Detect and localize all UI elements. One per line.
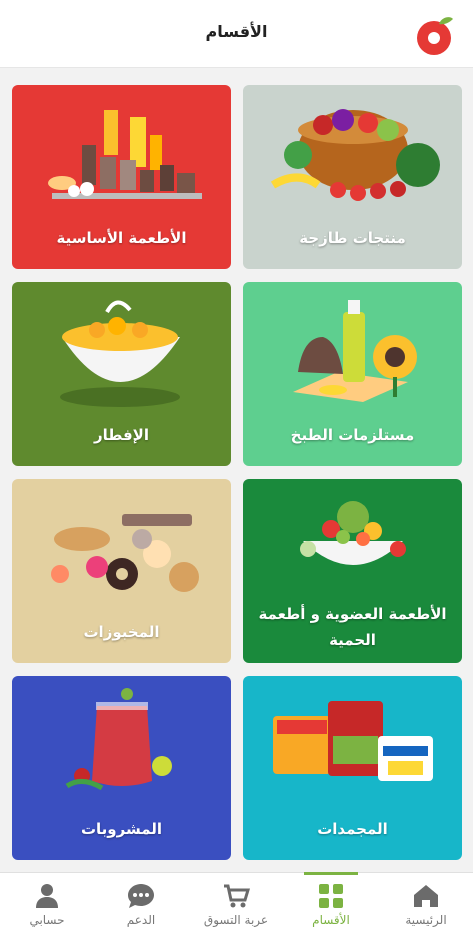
category-label: منتجات طازجة (299, 229, 406, 247)
user-icon (36, 884, 58, 908)
category-card-drinks[interactable]: المشروبات (12, 676, 231, 860)
category-label: المشروبات (80, 820, 163, 838)
grid-icon (319, 884, 343, 908)
app-logo-icon[interactable] (415, 14, 455, 56)
category-card-organic-diet[interactable]: الأطعمة العضوية و أطعمة الحمية (243, 479, 462, 663)
category-label: مستلزمات الطبخ (290, 426, 415, 444)
tab-cart[interactable]: عربة التسوق (189, 873, 283, 934)
tab-label: حسابي (29, 913, 65, 927)
breakfast-image (60, 300, 180, 407)
category-card-staple-foods[interactable]: الأطعمة الأساسية (12, 85, 231, 269)
bottom-tab-bar: الرئيسية الأقسام عربة التسوق الدعم حسابي (0, 872, 473, 934)
home-icon (414, 885, 438, 907)
category-label: المجمدات (317, 820, 388, 838)
chat-icon (128, 884, 154, 908)
category-card-frozen[interactable]: المجمدات (243, 676, 462, 860)
category-label: الأطعمة العضوية و أطعمة الحمية (258, 605, 447, 649)
cooking-supplies-image (293, 300, 417, 402)
tab-label: الأقسام (312, 913, 350, 927)
staple-foods-image (48, 110, 202, 199)
tab-label: عربة التسوق (203, 913, 269, 927)
tab-categories[interactable]: الأقسام (284, 872, 378, 934)
organic-diet-image (300, 501, 406, 565)
fresh-produce-image (270, 109, 440, 201)
app-header: الأقسام (0, 0, 473, 68)
drinks-image (65, 688, 172, 791)
page-title: الأقسام (205, 22, 268, 41)
tab-label: الدعم (126, 913, 156, 927)
category-card-cooking-supplies[interactable]: مستلزمات الطبخ (243, 282, 462, 466)
category-card-baked-goods[interactable]: المخبوزات (12, 479, 231, 663)
category-label: المخبوزات (83, 623, 160, 641)
category-label: الأطعمة الأساسية (56, 229, 187, 247)
category-card-fresh-produce[interactable]: منتجات طازجة (243, 85, 462, 269)
category-label: الإفطار (93, 426, 149, 444)
tab-home[interactable]: الرئيسية (379, 873, 473, 934)
tab-account[interactable]: حسابي (0, 873, 94, 934)
tab-support[interactable]: الدعم (94, 873, 188, 934)
baked-goods-image (51, 514, 199, 592)
tab-label: الرئيسية (405, 913, 447, 927)
category-card-breakfast[interactable]: الإفطار (12, 282, 231, 466)
frozen-foods-image (273, 701, 433, 781)
cart-icon (224, 884, 250, 908)
categories-grid: منتجات طازجة الأطعمة الأساسية مستلزمات ا… (0, 68, 473, 872)
